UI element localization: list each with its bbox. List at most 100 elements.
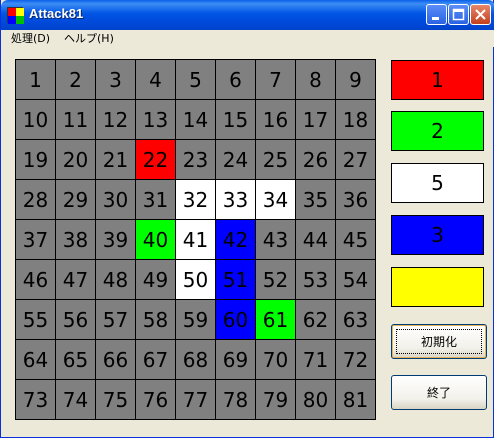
board-cell[interactable]: 58 bbox=[136, 300, 175, 339]
board-cell[interactable]: 10 bbox=[16, 100, 55, 139]
board-cell[interactable]: 42 bbox=[216, 220, 255, 259]
board-cell[interactable]: 28 bbox=[16, 180, 55, 219]
board-cell[interactable]: 78 bbox=[216, 380, 255, 419]
board-cell[interactable]: 52 bbox=[256, 260, 295, 299]
board-cell[interactable]: 75 bbox=[96, 380, 135, 419]
board-cell[interactable]: 16 bbox=[256, 100, 295, 139]
board-cell[interactable]: 45 bbox=[336, 220, 375, 259]
board-cell[interactable]: 14 bbox=[176, 100, 215, 139]
board-cell[interactable]: 64 bbox=[16, 340, 55, 379]
color-swatch-green[interactable]: 2 bbox=[391, 111, 484, 151]
board-cell[interactable]: 4 bbox=[136, 60, 175, 99]
board-cell[interactable]: 39 bbox=[96, 220, 135, 259]
board-cell[interactable]: 67 bbox=[136, 340, 175, 379]
board-cell[interactable]: 40 bbox=[136, 220, 175, 259]
board-cell[interactable]: 51 bbox=[216, 260, 255, 299]
app-window: Attack81 処理(D) ヘルプ(H) 1 2 3 4 5 6 7 8 9 10 11 12 13 1… bbox=[0, 0, 494, 438]
board-cell[interactable]: 37 bbox=[16, 220, 55, 259]
board-cell[interactable]: 74 bbox=[56, 380, 95, 419]
minimize-icon bbox=[432, 17, 439, 20]
board-cell[interactable]: 56 bbox=[56, 300, 95, 339]
board-cell[interactable]: 77 bbox=[176, 380, 215, 419]
board-cell[interactable]: 76 bbox=[136, 380, 175, 419]
board-cell[interactable]: 3 bbox=[96, 60, 135, 99]
maximize-button[interactable] bbox=[448, 4, 469, 25]
board-cell[interactable]: 81 bbox=[336, 380, 375, 419]
menu-process[interactable]: 処理(D) bbox=[11, 30, 50, 47]
board-cell[interactable]: 49 bbox=[136, 260, 175, 299]
board-cell[interactable]: 59 bbox=[176, 300, 215, 339]
board-cell[interactable]: 25 bbox=[256, 140, 295, 179]
color-swatch-white[interactable]: 5 bbox=[391, 163, 484, 203]
board-cell[interactable]: 41 bbox=[176, 220, 215, 259]
board-cell[interactable]: 57 bbox=[96, 300, 135, 339]
close-button[interactable] bbox=[470, 4, 491, 25]
board-cell[interactable]: 18 bbox=[336, 100, 375, 139]
board-cell[interactable]: 73 bbox=[16, 380, 55, 419]
color-swatch-red[interactable]: 1 bbox=[391, 60, 484, 100]
board-cell[interactable]: 24 bbox=[216, 140, 255, 179]
board-cell[interactable]: 35 bbox=[296, 180, 335, 219]
board-cell[interactable]: 43 bbox=[256, 220, 295, 259]
board-cell[interactable]: 38 bbox=[56, 220, 95, 259]
board-cell[interactable]: 69 bbox=[216, 340, 255, 379]
board-cell[interactable]: 55 bbox=[16, 300, 55, 339]
exit-button-label: 終了 bbox=[426, 386, 451, 400]
board-cell[interactable]: 1 bbox=[16, 60, 55, 99]
menu-bar: 処理(D) ヘルプ(H) bbox=[1, 30, 494, 47]
board-cell[interactable]: 23 bbox=[176, 140, 215, 179]
board-cell[interactable]: 7 bbox=[256, 60, 295, 99]
color-swatch-yellow[interactable] bbox=[391, 267, 484, 307]
minimize-button[interactable] bbox=[426, 4, 447, 25]
board-cell[interactable]: 5 bbox=[176, 60, 215, 99]
board-cell[interactable]: 48 bbox=[96, 260, 135, 299]
board-cell[interactable]: 13 bbox=[136, 100, 175, 139]
board-cell[interactable]: 11 bbox=[56, 100, 95, 139]
initialize-button[interactable]: 初期化 bbox=[391, 324, 487, 359]
board-cell[interactable]: 47 bbox=[56, 260, 95, 299]
board-cell[interactable]: 6 bbox=[216, 60, 255, 99]
board-cell[interactable]: 29 bbox=[56, 180, 95, 219]
board-cell[interactable]: 70 bbox=[256, 340, 295, 379]
board-cell[interactable]: 20 bbox=[56, 140, 95, 179]
board-cell[interactable]: 46 bbox=[16, 260, 55, 299]
board-cell[interactable]: 66 bbox=[96, 340, 135, 379]
board-cell[interactable]: 71 bbox=[296, 340, 335, 379]
board-cell[interactable]: 9 bbox=[336, 60, 375, 99]
board-cell[interactable]: 22 bbox=[136, 140, 175, 179]
title-bar[interactable]: Attack81 bbox=[1, 0, 494, 30]
board-cell[interactable]: 27 bbox=[336, 140, 375, 179]
number-board: 1 2 3 4 5 6 7 8 9 10 11 12 13 14 15 16 17 18 19 20 21 22 23 24 2… bbox=[15, 59, 376, 420]
board-cell[interactable]: 62 bbox=[296, 300, 335, 339]
board-cell[interactable]: 53 bbox=[296, 260, 335, 299]
board-cell[interactable]: 2 bbox=[56, 60, 95, 99]
board-cell[interactable]: 50 bbox=[176, 260, 215, 299]
board-cell[interactable]: 80 bbox=[296, 380, 335, 419]
menu-help[interactable]: ヘルプ(H) bbox=[64, 30, 114, 47]
exit-button[interactable]: 終了 bbox=[391, 375, 487, 410]
board-cell[interactable]: 21 bbox=[96, 140, 135, 179]
board-cell[interactable]: 15 bbox=[216, 100, 255, 139]
app-icon[interactable] bbox=[7, 7, 24, 24]
board-cell[interactable]: 36 bbox=[336, 180, 375, 219]
board-cell[interactable]: 63 bbox=[336, 300, 375, 339]
board-cell[interactable]: 60 bbox=[216, 300, 255, 339]
board-cell[interactable]: 31 bbox=[136, 180, 175, 219]
board-cell[interactable]: 72 bbox=[336, 340, 375, 379]
board-cell[interactable]: 44 bbox=[296, 220, 335, 259]
board-cell[interactable]: 26 bbox=[296, 140, 335, 179]
board-cell[interactable]: 33 bbox=[216, 180, 255, 219]
board-cell[interactable]: 30 bbox=[96, 180, 135, 219]
board-cell[interactable]: 68 bbox=[176, 340, 215, 379]
color-swatch-blue[interactable]: 3 bbox=[391, 215, 484, 255]
board-cell[interactable]: 34 bbox=[256, 180, 295, 219]
board-cell[interactable]: 79 bbox=[256, 380, 295, 419]
board-cell[interactable]: 8 bbox=[296, 60, 335, 99]
board-cell[interactable]: 12 bbox=[96, 100, 135, 139]
board-cell[interactable]: 65 bbox=[56, 340, 95, 379]
board-cell[interactable]: 17 bbox=[296, 100, 335, 139]
board-cell[interactable]: 19 bbox=[16, 140, 55, 179]
board-cell[interactable]: 32 bbox=[176, 180, 215, 219]
board-cell[interactable]: 54 bbox=[336, 260, 375, 299]
board-cell[interactable]: 61 bbox=[256, 300, 295, 339]
